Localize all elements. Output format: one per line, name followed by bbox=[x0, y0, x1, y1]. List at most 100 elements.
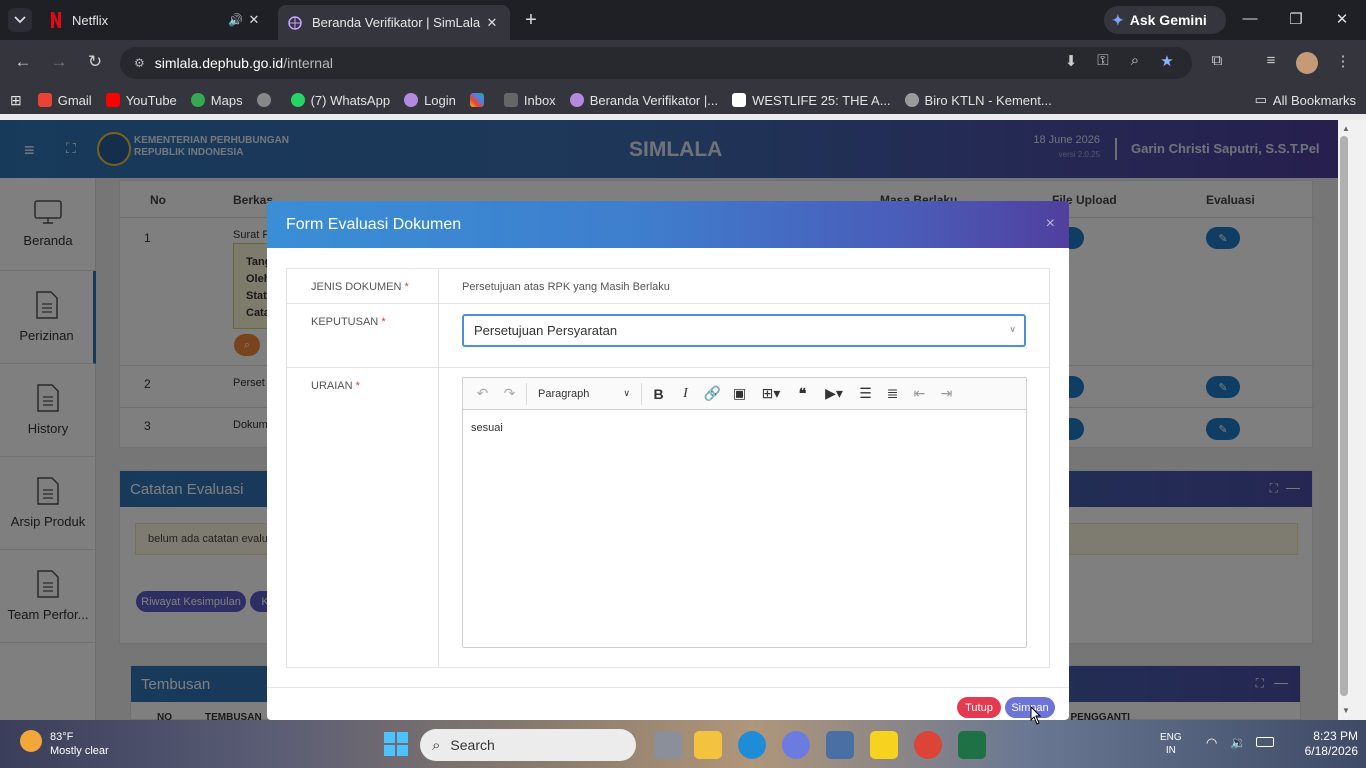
keputusan-selected: Persetujuan Persyaratan bbox=[474, 323, 618, 338]
simlala-favicon-icon bbox=[288, 15, 302, 30]
bookmarks-bar: ⊞ Gmail YouTube Maps (7) WhatsApp Login … bbox=[0, 86, 1366, 114]
numbered-list-icon[interactable]: ≣ bbox=[879, 381, 906, 407]
bookmark-biro[interactable]: Biro KTLN - Kement... bbox=[904, 93, 1052, 108]
ask-gemini-button[interactable]: ✦ Ask Gemini bbox=[1104, 6, 1226, 34]
maximize-button[interactable]: ❐ bbox=[1286, 10, 1306, 30]
outdent-icon[interactable]: ⇤ bbox=[906, 381, 933, 407]
login-icon bbox=[404, 93, 419, 107]
mouse-cursor-icon bbox=[1030, 706, 1041, 725]
reload-button[interactable]: ↻ bbox=[84, 52, 106, 74]
install-app-icon[interactable]: ⬇ bbox=[1060, 52, 1082, 74]
insert-image-icon[interactable]: ▣ bbox=[726, 381, 753, 407]
new-tab-button[interactable]: + bbox=[520, 9, 542, 31]
bookmark-gmail[interactable]: Gmail bbox=[37, 93, 92, 108]
tutup-button[interactable]: Tutup bbox=[957, 697, 1001, 718]
speaker-icon[interactable]: 🔊 bbox=[228, 13, 246, 27]
chevron-down-icon bbox=[14, 16, 26, 24]
sticky-notes-icon[interactable] bbox=[870, 731, 898, 759]
address-bar[interactable]: ⚙ simlala.dephub.go.id/internal bbox=[120, 47, 1192, 79]
jenis-dokumen-value: Persetujuan atas RPK yang Masih Berlaku bbox=[462, 281, 670, 293]
form-evaluasi-modal: Form Evaluasi Dokumen × JENIS DOKUMEN * … bbox=[267, 201, 1069, 720]
indent-icon[interactable]: ⇥ bbox=[933, 381, 960, 407]
tab-netflix[interactable]: Netflix 🔊 ✕ bbox=[40, 0, 272, 40]
chrome-icon[interactable] bbox=[914, 731, 942, 759]
language-indicator[interactable]: ENG IN bbox=[1160, 731, 1182, 757]
task-view-icon[interactable] bbox=[654, 731, 682, 759]
bookmark-whatsapp[interactable]: (7) WhatsApp bbox=[290, 93, 390, 108]
weather-icon[interactable] bbox=[20, 730, 42, 752]
bookmark-inbox[interactable]: Inbox bbox=[503, 93, 556, 108]
bold-icon[interactable]: B bbox=[645, 381, 672, 407]
table-icon[interactable]: ⊞▾ bbox=[753, 381, 789, 407]
modal-header: Form Evaluasi Dokumen bbox=[267, 201, 1069, 248]
scroll-thumb[interactable] bbox=[1340, 136, 1348, 696]
bookmark-star-icon[interactable]: ★ bbox=[1156, 52, 1178, 74]
globe-icon bbox=[256, 93, 271, 107]
gemini-label: Ask Gemini bbox=[1129, 12, 1207, 28]
close-tab-icon[interactable]: ✕ bbox=[484, 15, 500, 31]
all-bookmarks[interactable]: ▭ All Bookmarks bbox=[1255, 92, 1356, 108]
zoom-icon[interactable]: ⌕ bbox=[1124, 52, 1146, 74]
camera-app-icon[interactable] bbox=[826, 731, 854, 759]
bulleted-list-icon[interactable]: ☰ bbox=[852, 381, 879, 407]
undo-icon[interactable]: ↶ bbox=[469, 381, 496, 407]
bookmark-login[interactable]: Login bbox=[404, 93, 456, 108]
minimize-button[interactable]: — bbox=[1240, 10, 1260, 30]
file-explorer-icon[interactable] bbox=[694, 731, 722, 759]
windows-start-icon[interactable] bbox=[384, 732, 408, 756]
chevron-down-icon: ∨ bbox=[1009, 324, 1016, 334]
tab-simlala[interactable]: Beranda Verifikator | SimLala ✕ bbox=[278, 5, 510, 40]
link-icon[interactable]: 🔗 bbox=[699, 381, 726, 407]
back-button[interactable]: ← bbox=[12, 52, 34, 74]
modal-close-icon[interactable]: × bbox=[1046, 215, 1055, 233]
excel-icon[interactable] bbox=[958, 731, 986, 759]
keputusan-select[interactable]: Persetujuan Persyaratan ∨ bbox=[462, 314, 1026, 347]
letterboxd-icon bbox=[732, 93, 747, 107]
close-tab-icon[interactable]: ✕ bbox=[246, 12, 262, 28]
system-clock[interactable]: 8:23 PM 6/18/2026 bbox=[1280, 729, 1358, 759]
bookmark-globe[interactable] bbox=[256, 93, 277, 107]
bookmark-beranda[interactable]: Beranda Verifikator |... bbox=[569, 93, 718, 108]
scroll-up-icon[interactable]: ▲ bbox=[1342, 124, 1350, 133]
inbox-icon bbox=[503, 93, 518, 107]
chrome-menu-icon[interactable]: ⋮ bbox=[1332, 52, 1354, 74]
youtube-icon bbox=[105, 93, 120, 107]
tab-search-button[interactable] bbox=[8, 8, 32, 32]
page-scrollbar[interactable]: ▲ ▼ bbox=[1338, 120, 1366, 720]
uraian-rich-editor: ↶ ↷ Paragraph ∨ B I 🔗 ▣ ⊞▾ ❝ ▶▾ ☰ ≣ ⇤ ⇥ bbox=[462, 377, 1027, 648]
redo-icon[interactable]: ↷ bbox=[496, 381, 523, 407]
battery-icon[interactable] bbox=[1256, 737, 1274, 747]
jenis-dokumen-label: JENIS DOKUMEN * bbox=[287, 269, 439, 303]
search-icon: ⌕ bbox=[432, 736, 441, 754]
extensions-icon[interactable]: ⧉ bbox=[1206, 52, 1228, 74]
editor-content[interactable]: sesuai bbox=[463, 410, 1026, 446]
password-key-icon[interactable]: ⚿ bbox=[1092, 52, 1114, 74]
edge-icon[interactable] bbox=[738, 731, 766, 759]
profile-avatar[interactable] bbox=[1296, 52, 1318, 74]
bookmark-maps[interactable]: Maps bbox=[190, 93, 243, 108]
wifi-icon[interactable]: ◠ bbox=[1206, 735, 1217, 751]
volume-icon[interactable]: 🔉 bbox=[1230, 735, 1246, 751]
bookmark-youtube[interactable]: YouTube bbox=[105, 93, 177, 108]
italic-icon[interactable]: I bbox=[672, 381, 699, 407]
close-window-button[interactable]: ✕ bbox=[1332, 10, 1352, 30]
chevron-down-icon: ∨ bbox=[623, 388, 630, 398]
bookmark-westlife[interactable]: WESTLIFE 25: THE A... bbox=[732, 93, 891, 108]
media-control-icon[interactable]: ≡ bbox=[1260, 52, 1282, 74]
weather-widget[interactable]: 83°F Mostly clear bbox=[50, 730, 109, 758]
netflix-icon bbox=[51, 12, 61, 28]
uraian-label: URAIAN * bbox=[287, 368, 439, 668]
modal-title: Form Evaluasi Dokumen bbox=[286, 215, 462, 233]
media-embed-icon[interactable]: ▶▾ bbox=[816, 381, 852, 407]
folder-icon: ▭ bbox=[1254, 92, 1267, 107]
heading-dropdown[interactable]: Paragraph ∨ bbox=[530, 381, 638, 407]
apps-grid-icon[interactable]: ⊞ bbox=[10, 92, 22, 109]
taskbar-search[interactable]: ⌕ Search bbox=[420, 729, 636, 761]
copilot-icon[interactable] bbox=[782, 731, 810, 759]
blockquote-icon[interactable]: ❝ bbox=[789, 381, 816, 407]
forward-button[interactable]: → bbox=[48, 52, 70, 74]
url-path: /internal bbox=[283, 55, 333, 71]
site-info-icon[interactable]: ⚙ bbox=[134, 56, 145, 70]
scroll-down-icon[interactable]: ▼ bbox=[1342, 706, 1350, 715]
bookmark-pinwheel[interactable] bbox=[469, 93, 490, 107]
